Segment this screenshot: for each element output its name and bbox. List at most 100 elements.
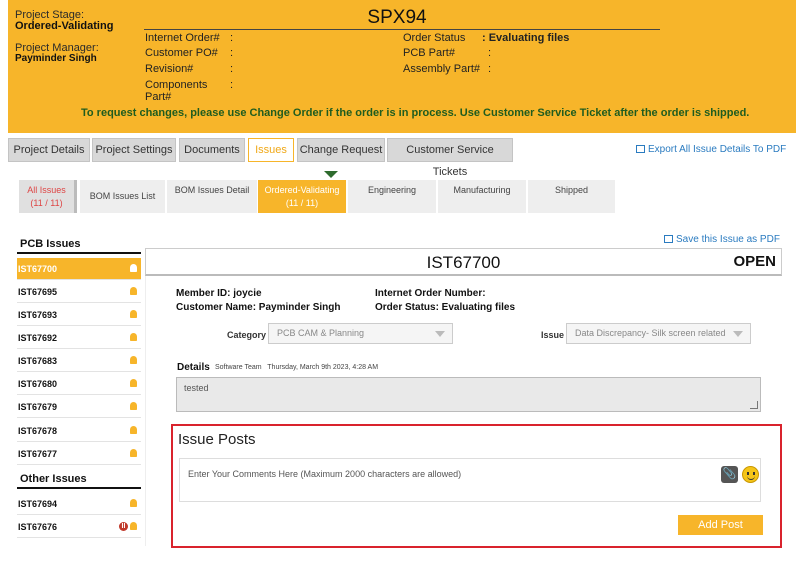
issue-posts-heading: Issue Posts [178, 431, 256, 448]
components-part-colon: : [230, 79, 234, 91]
subtab-label: Shipped [554, 185, 589, 195]
issue-id: IST67680 [18, 379, 58, 389]
member-id: Member ID: joycie [176, 288, 262, 299]
issue-list-item[interactable]: IST67678 [17, 420, 141, 442]
save-issue-pdf-label: Save this Issue as PDF [676, 234, 780, 245]
issue-list-item[interactable]: IST67683 [17, 350, 141, 372]
comment-input[interactable]: Enter Your Comments Here (Maximum 2000 c… [179, 458, 761, 502]
customer-po-colon: : [230, 47, 234, 59]
bell-icon [130, 379, 137, 387]
issue-list-item[interactable]: IST67692 [17, 327, 141, 349]
issue-list-item[interactable]: IST67679 [17, 396, 141, 418]
issue-list-item[interactable]: IST67693 [17, 304, 141, 326]
issue-type-value: Data Discrepancy- Silk screen related [575, 328, 726, 338]
add-post-button[interactable]: Add Post [678, 515, 763, 535]
pcb-issues-heading: PCB Issues [20, 238, 81, 250]
issue-list-item[interactable]: IST67695 [17, 281, 141, 303]
subtab-count: (11 / 11) [30, 198, 63, 208]
issue-type-select[interactable]: Data Discrepancy- Silk screen related [566, 323, 751, 344]
title-divider [144, 29, 660, 30]
order-status: Order Status: Evaluating files [375, 302, 516, 313]
emoji-icon[interactable] [742, 466, 759, 483]
issue-id: IST67694 [18, 499, 58, 509]
details-team: Software Team [215, 364, 262, 371]
active-stage-pointer-icon [324, 171, 338, 178]
resize-handle-icon[interactable] [750, 401, 758, 409]
other-issues-heading: Other Issues [20, 473, 87, 485]
subtab-all-issues[interactable]: All Issues (11 / 11) [19, 180, 77, 213]
subtab-bom-issues-list[interactable]: BOM Issues List [80, 180, 165, 213]
issue-title: IST67700 [426, 253, 501, 272]
internet-order-number: Internet Order Number: [375, 288, 486, 299]
category-value: PCB CAM & Planning [277, 328, 365, 338]
tab-project-details[interactable]: Project Details [8, 138, 90, 162]
print-icon [636, 145, 645, 153]
other-issues-divider [17, 487, 141, 489]
pcb-part-label: PCB Part# [403, 47, 455, 59]
details-meta: Software Team Thursday, March 9th 2023, … [215, 364, 378, 371]
bell-icon [130, 522, 137, 530]
issue-id: IST67676 [18, 522, 58, 532]
issue-list-item[interactable]: IST67700 [17, 258, 141, 280]
bell-icon [130, 402, 137, 410]
change-request-notice: To request changes, please use Change Or… [81, 107, 750, 119]
bell-icon [130, 449, 137, 457]
issue-id: IST67678 [18, 426, 58, 436]
assembly-part-label: Assembly Part# [403, 63, 481, 75]
tab-project-settings[interactable]: Project Settings [92, 138, 176, 162]
subtab-manufacturing[interactable]: Manufacturing [438, 180, 526, 213]
tab-change-request[interactable]: Change Request [297, 138, 385, 162]
subtab-engineering[interactable]: Engineering [348, 180, 436, 213]
issue-id: IST67692 [18, 333, 58, 343]
bell-icon [130, 333, 137, 341]
components-part-label: Components Part# [145, 79, 208, 103]
tab-documents[interactable]: Documents [179, 138, 245, 162]
issue-list-item[interactable]: IST67677 [17, 443, 141, 465]
issue-list-item[interactable]: IST67680 [17, 373, 141, 395]
bell-icon [130, 426, 137, 434]
issue-id: IST67695 [18, 287, 58, 297]
save-issue-pdf-link[interactable]: Save this Issue as PDF [664, 234, 780, 245]
details-text: tested [184, 383, 209, 393]
subtab-label: Ordered-Validating [264, 185, 340, 195]
subtab-ordered-validating[interactable]: Ordered-Validating (11 / 11) [258, 180, 346, 213]
subtab-label: BOM Issues List [89, 191, 156, 201]
revision-colon: : [230, 63, 234, 75]
chevron-down-icon [435, 331, 445, 337]
chevron-down-icon [733, 331, 743, 337]
subtab-label: BOM Issues Detail [174, 185, 250, 195]
assembly-part-colon: : [488, 63, 492, 75]
bell-icon [130, 499, 137, 507]
issue-header: IST67700 OPEN [145, 248, 782, 276]
category-label: Category [227, 330, 267, 340]
print-icon [664, 235, 673, 243]
internet-order-colon: : [230, 32, 234, 44]
subtab-label: Manufacturing [453, 185, 511, 195]
customer-po-label: Customer PO# [145, 47, 218, 59]
comment-placeholder: Enter Your Comments Here (Maximum 2000 c… [188, 469, 462, 479]
internet-order-label: Internet Order# [145, 32, 220, 44]
issue-list-item[interactable]: IST67676 II [17, 516, 141, 538]
tab-customer-service-tickets[interactable]: Customer Service Tickets [387, 138, 513, 178]
bell-icon [130, 310, 137, 318]
bell-icon [130, 264, 137, 272]
order-status-value: : Evaluating files [482, 32, 570, 44]
category-select[interactable]: PCB CAM & Planning [268, 323, 453, 344]
issue-list-item[interactable]: IST67694 [17, 493, 141, 515]
project-manager-value: Payminder Singh [15, 53, 97, 64]
issue-id: IST67700 [18, 264, 58, 274]
issue-id: IST67677 [18, 449, 58, 459]
pause-icon: II [119, 522, 128, 531]
details-textarea[interactable]: tested [176, 377, 761, 412]
tab-issues[interactable]: Issues [248, 138, 294, 162]
revision-label: Revision# [145, 63, 194, 75]
order-title: SPX94 [367, 7, 427, 28]
details-date: Thursday, March 9th 2023, 4:28 AM [267, 364, 379, 371]
export-all-link[interactable]: Export All Issue Details To PDF [636, 144, 786, 155]
issue-id: IST67683 [18, 356, 58, 366]
subtab-shipped[interactable]: Shipped [528, 180, 615, 213]
paperclip-icon[interactable]: 📎 [721, 466, 738, 483]
details-label: Details [177, 362, 210, 373]
subtab-bom-issues-detail[interactable]: BOM Issues Detail [167, 180, 257, 213]
issue-id: IST67693 [18, 310, 58, 320]
